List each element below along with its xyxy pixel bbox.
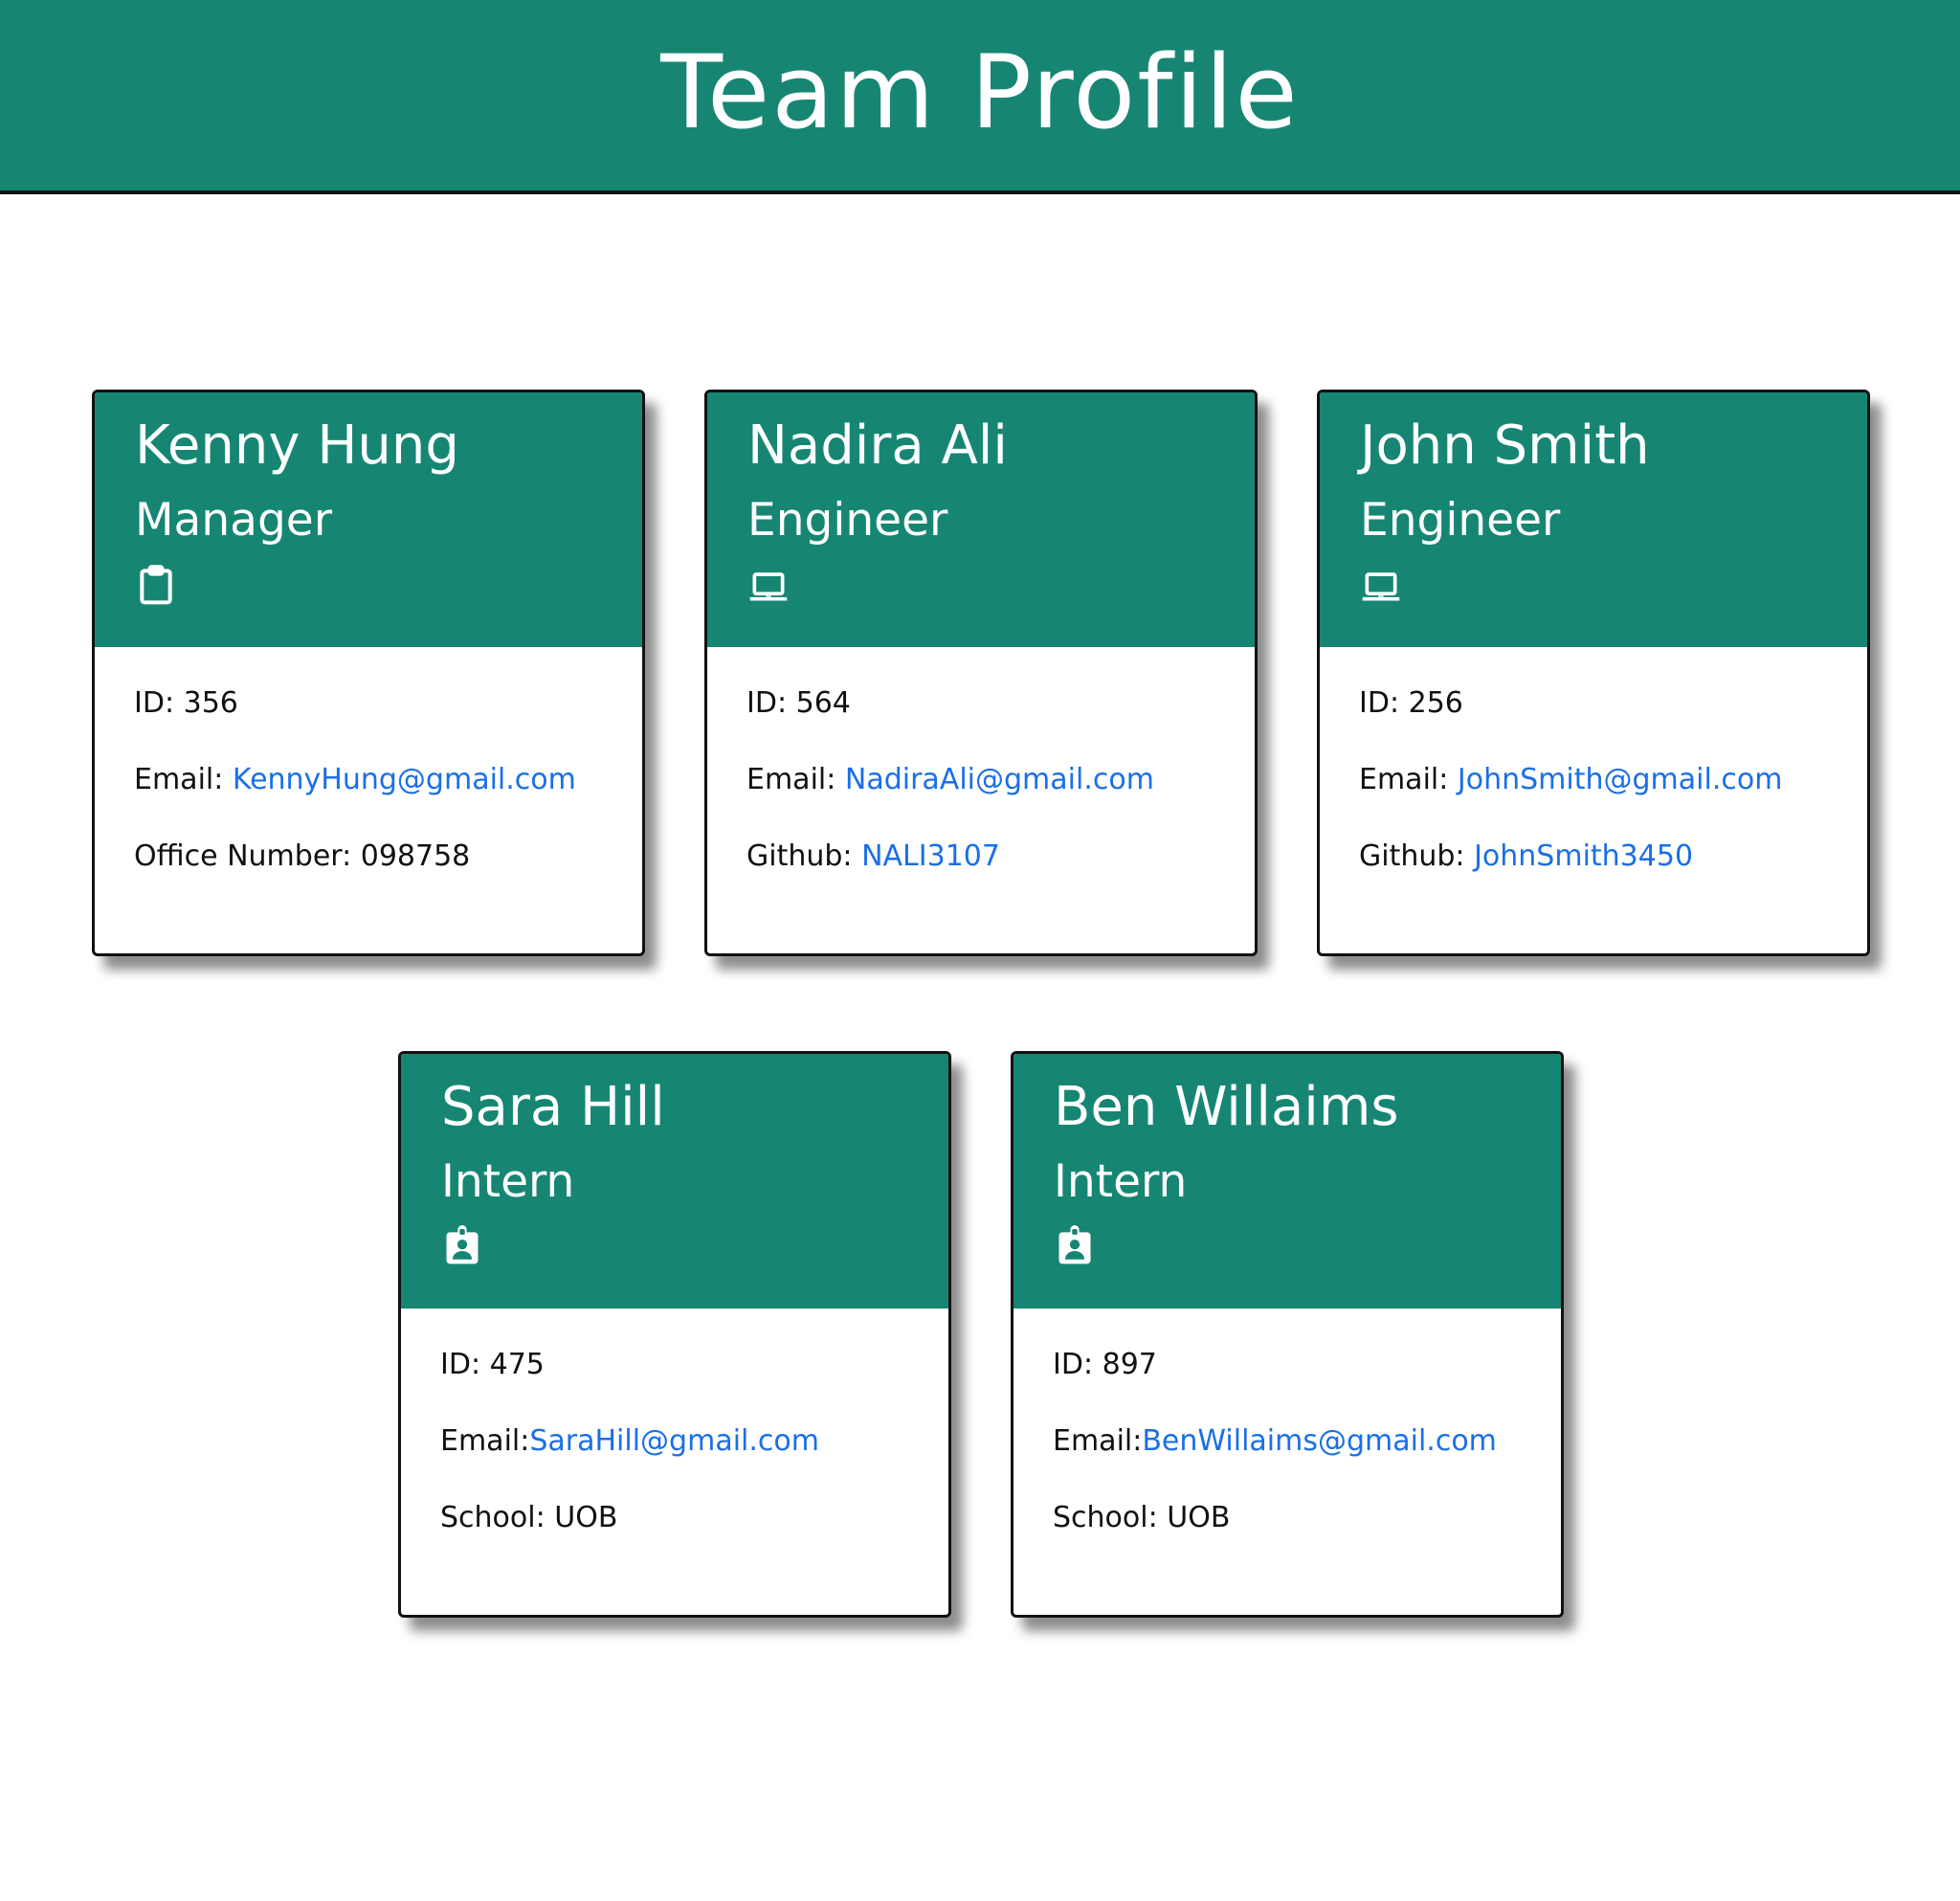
github-label: Github: bbox=[1359, 839, 1465, 873]
school-value: UOB bbox=[554, 1501, 618, 1534]
employee-role: Manager bbox=[135, 494, 333, 547]
email-label: Email: bbox=[746, 763, 836, 796]
card-header: Ben Willaims Intern bbox=[1013, 1054, 1561, 1308]
employee-email: Email: JohnSmith@gmail.com bbox=[1359, 766, 1867, 842]
card-header: Kenny Hung Manager bbox=[95, 392, 642, 647]
employee-role: Engineer bbox=[1360, 494, 1561, 547]
employee-name: Ben Willaims bbox=[1054, 1076, 1399, 1138]
employee-role: Intern bbox=[441, 1155, 575, 1208]
employee-name: Kenny Hung bbox=[135, 414, 459, 477]
id-value: 564 bbox=[795, 686, 851, 720]
id-badge-icon bbox=[1054, 1225, 1096, 1267]
school-label: School: bbox=[1053, 1501, 1158, 1534]
card-body: ID: 897 Email:BenWillaims@gmail.com Scho… bbox=[1013, 1308, 1561, 1580]
office-number-label: Office Number: bbox=[134, 839, 352, 873]
id-label: ID: bbox=[746, 686, 788, 720]
id-label: ID: bbox=[440, 1348, 481, 1381]
github-label: Github: bbox=[746, 839, 853, 873]
employee-card-engineer: Nadira Ali Engineer ID: 564 Email: Nadir… bbox=[704, 390, 1258, 956]
employee-card-intern: Sara Hill Intern ID: 475 Email:SaraHill@… bbox=[398, 1051, 951, 1618]
office-number-value: 098758 bbox=[360, 839, 471, 873]
email-link[interactable]: KennyHung@gmail.com bbox=[233, 763, 576, 796]
email-label: Email: bbox=[134, 763, 224, 796]
laptop-icon bbox=[747, 564, 790, 606]
employee-role: Intern bbox=[1054, 1155, 1188, 1208]
id-label: ID: bbox=[134, 686, 175, 720]
office-number: Office Number: 098758 bbox=[134, 842, 642, 919]
page-header: Team Profile bbox=[0, 0, 1960, 194]
email-link[interactable]: SaraHill@gmail.com bbox=[529, 1424, 819, 1458]
employee-id: ID: 356 bbox=[134, 689, 642, 766]
id-label: ID: bbox=[1359, 686, 1400, 720]
card-header: Nadira Ali Engineer bbox=[707, 392, 1255, 647]
id-value: 356 bbox=[183, 686, 238, 720]
card-header: John Smith Engineer bbox=[1320, 392, 1867, 647]
id-value: 475 bbox=[489, 1348, 545, 1381]
card-body: ID: 564 Email: NadiraAli@gmail.com Githu… bbox=[707, 647, 1255, 919]
email-link[interactable]: NadiraAli@gmail.com bbox=[845, 763, 1154, 796]
id-value: 256 bbox=[1408, 686, 1463, 720]
school: School: UOB bbox=[440, 1504, 948, 1580]
card-body: ID: 475 Email:SaraHill@gmail.com School:… bbox=[401, 1308, 948, 1580]
card-body: ID: 256 Email: JohnSmith@gmail.com Githu… bbox=[1320, 647, 1867, 919]
github-link[interactable]: NALI3107 bbox=[861, 839, 1000, 873]
email-link[interactable]: BenWillaims@gmail.com bbox=[1142, 1424, 1497, 1458]
employee-card-engineer: John Smith Engineer ID: 256 Email: JohnS… bbox=[1317, 390, 1870, 956]
email-label: Email: bbox=[1053, 1424, 1143, 1458]
employee-email: Email: NadiraAli@gmail.com bbox=[746, 766, 1255, 842]
employee-email: Email:BenWillaims@gmail.com bbox=[1053, 1427, 1561, 1504]
employee-name: John Smith bbox=[1360, 414, 1650, 477]
employee-id: ID: 256 bbox=[1359, 689, 1867, 766]
employee-name: Nadira Ali bbox=[747, 414, 1008, 477]
employee-id: ID: 475 bbox=[440, 1351, 948, 1427]
employee-name: Sara Hill bbox=[441, 1076, 665, 1138]
employee-id: ID: 897 bbox=[1053, 1351, 1561, 1427]
employee-card-intern: Ben Willaims Intern ID: 897 Email:BenWil… bbox=[1011, 1051, 1564, 1618]
page-title: Team Profile bbox=[660, 33, 1300, 151]
email-label: Email: bbox=[1359, 763, 1449, 796]
school-value: UOB bbox=[1167, 1501, 1231, 1534]
school-label: School: bbox=[440, 1501, 546, 1534]
email-label: Email: bbox=[440, 1424, 530, 1458]
clipboard-icon bbox=[135, 564, 177, 606]
github: Github: NALI3107 bbox=[746, 842, 1255, 919]
email-link[interactable]: JohnSmith@gmail.com bbox=[1458, 763, 1783, 796]
id-label: ID: bbox=[1053, 1348, 1094, 1381]
employee-card-manager: Kenny Hung Manager ID: 356 Email: KennyH… bbox=[92, 390, 645, 956]
employee-role: Engineer bbox=[747, 494, 948, 547]
school: School: UOB bbox=[1053, 1504, 1561, 1580]
card-header: Sara Hill Intern bbox=[401, 1054, 948, 1308]
id-badge-icon bbox=[441, 1225, 483, 1267]
card-body: ID: 356 Email: KennyHung@gmail.com Offic… bbox=[95, 647, 642, 919]
laptop-icon bbox=[1360, 564, 1402, 606]
employee-email: Email:SaraHill@gmail.com bbox=[440, 1427, 948, 1504]
github: Github: JohnSmith3450 bbox=[1359, 842, 1867, 919]
employee-id: ID: 564 bbox=[746, 689, 1255, 766]
github-link[interactable]: JohnSmith3450 bbox=[1474, 839, 1693, 873]
id-value: 897 bbox=[1102, 1348, 1157, 1381]
employee-email: Email: KennyHung@gmail.com bbox=[134, 766, 642, 842]
